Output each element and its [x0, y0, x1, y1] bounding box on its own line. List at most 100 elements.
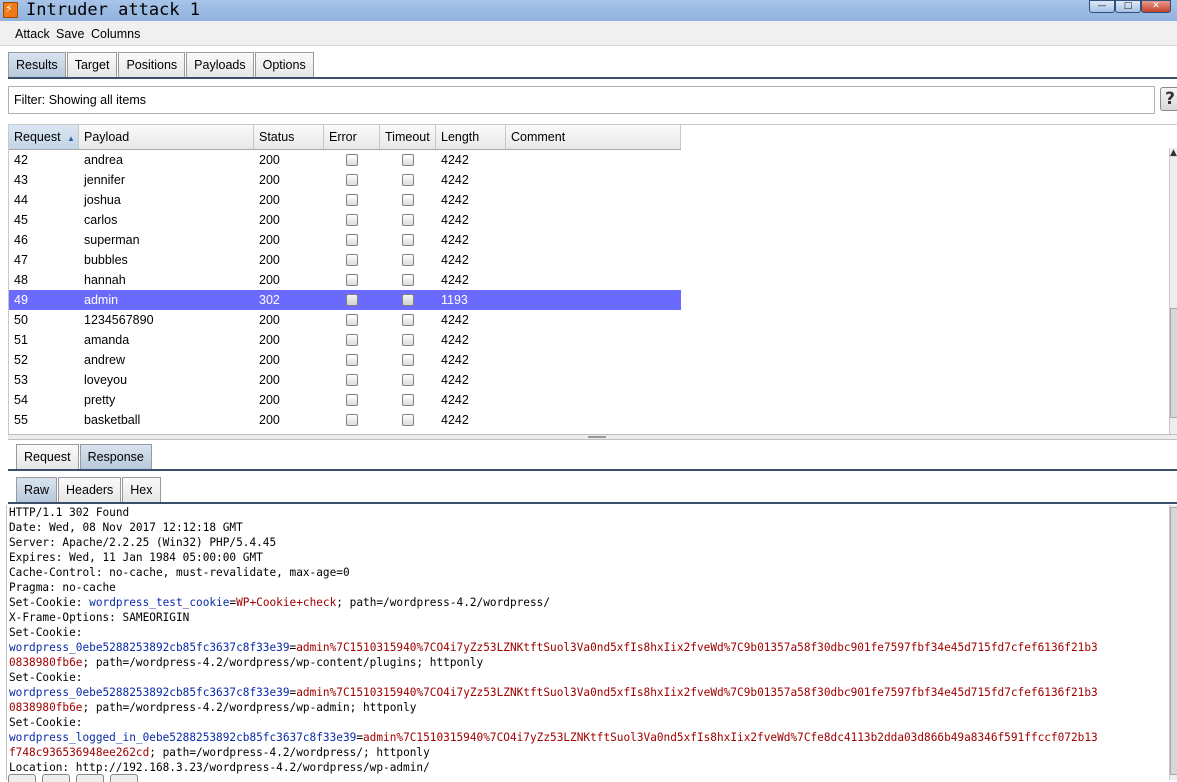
- cell-error: [324, 210, 380, 230]
- table-row[interactable]: 42 andrea 200 4242: [9, 150, 681, 170]
- cookie-value: admin%7C1510315940%7CO4i7yZz53LZNKtftSuo…: [296, 686, 1098, 699]
- table-row[interactable]: 43 jennifer 200 4242: [9, 170, 681, 190]
- column-header-timeout[interactable]: Timeout: [380, 125, 436, 149]
- tab-headers[interactable]: Headers: [58, 477, 122, 502]
- filter-bar[interactable]: Filter: Showing all items: [8, 86, 1155, 114]
- cell-comment: [506, 310, 681, 330]
- cell-request: 48: [14, 273, 28, 287]
- bottom-button[interactable]: [76, 774, 104, 782]
- menu-attack[interactable]: Attack: [15, 27, 50, 41]
- timeout-checkbox: [402, 154, 414, 166]
- response-raw-view[interactable]: HTTP/1.1 302 Found Date: Wed, 08 Nov 201…: [6, 505, 1170, 780]
- timeout-checkbox: [402, 274, 414, 286]
- cell-payload: jennifer: [84, 173, 125, 187]
- column-header-request[interactable]: Request ▲: [9, 125, 79, 149]
- message-tab-bar: Request Response: [16, 444, 153, 470]
- cookie-value: admin%7C1510315940%7CO4i7yZz53LZNKtftSuo…: [296, 641, 1098, 654]
- cell-payload: andrew: [84, 353, 125, 367]
- cell-request: 51: [14, 333, 28, 347]
- scrollbar-thumb[interactable]: [1170, 308, 1177, 418]
- timeout-checkbox: [402, 314, 414, 326]
- view-tab-underline: [8, 502, 1177, 504]
- tab-request[interactable]: Request: [16, 444, 79, 469]
- timeout-checkbox: [402, 394, 414, 406]
- tab-results[interactable]: Results: [8, 52, 66, 77]
- bottom-button[interactable]: [110, 774, 138, 782]
- burp-app-icon: [3, 2, 18, 18]
- tab-raw[interactable]: Raw: [16, 477, 58, 502]
- cell-payload: admin: [84, 293, 119, 307]
- tab-response[interactable]: Response: [79, 444, 152, 469]
- error-checkbox: [346, 414, 358, 426]
- table-row[interactable]: 49 admin 302 1193: [9, 290, 681, 310]
- cell-length: 4242: [441, 193, 469, 207]
- cell-request: 43: [14, 173, 28, 187]
- cell-request: 45: [14, 213, 28, 227]
- scroll-up-icon[interactable]: ▲: [1170, 148, 1177, 158]
- table-scrollbar[interactable]: ▲: [1169, 148, 1177, 434]
- message-tab-underline: [8, 469, 1177, 471]
- help-button[interactable]: ?: [1160, 87, 1177, 111]
- cell-comment: [506, 250, 681, 270]
- cell-request: 47: [14, 253, 28, 267]
- response-scrollbar[interactable]: [1169, 505, 1177, 780]
- tab-payloads[interactable]: Payloads: [186, 52, 254, 77]
- splitter-grip-icon[interactable]: [588, 436, 606, 438]
- table-row[interactable]: 48 hannah 200 4242: [9, 270, 681, 290]
- cell-status: 302: [259, 293, 280, 307]
- table-row[interactable]: 54 pretty 200 4242: [9, 390, 681, 410]
- cell-status: 200: [259, 313, 280, 327]
- cell-status: 200: [259, 373, 280, 387]
- table-row[interactable]: 44 joshua 200 4242: [9, 190, 681, 210]
- cell-payload: carlos: [84, 213, 118, 227]
- cell-request: 54: [14, 393, 28, 407]
- menu-columns[interactable]: Columns: [91, 27, 140, 41]
- bottom-button[interactable]: [8, 774, 36, 782]
- cell-timeout: [380, 310, 436, 330]
- column-header-comment[interactable]: Comment: [506, 125, 681, 149]
- cookie-value-cont: 0838980fb6e: [9, 701, 83, 714]
- close-icon[interactable]: ✕: [1141, 0, 1171, 13]
- column-header-status[interactable]: Status: [254, 125, 324, 149]
- tab-options[interactable]: Options: [254, 52, 314, 77]
- status-line: HTTP/1.1 302 Found: [9, 506, 130, 519]
- menu-bar: Attack Save Columns: [0, 21, 1177, 46]
- cell-status: 200: [259, 193, 280, 207]
- pane-splitter[interactable]: [8, 434, 1177, 440]
- cell-comment: [506, 350, 681, 370]
- bottom-button[interactable]: [42, 774, 70, 782]
- table-row[interactable]: 51 amanda 200 4242: [9, 330, 681, 350]
- cell-error: [324, 370, 380, 390]
- header-set-cookie: Set-Cookie:: [9, 626, 83, 639]
- cell-error: [324, 170, 380, 190]
- column-header-length[interactable]: Length: [436, 125, 506, 149]
- tab-hex[interactable]: Hex: [122, 477, 161, 502]
- table-row[interactable]: 52 andrew 200 4242: [9, 350, 681, 370]
- table-row[interactable]: 47 bubbles 200 4242: [9, 250, 681, 270]
- cell-request: 53: [14, 373, 28, 387]
- table-row[interactable]: 45 carlos 200 4242: [9, 210, 681, 230]
- cookie-value-cont: 0838980fb6e: [9, 656, 83, 669]
- column-header-error[interactable]: Error: [324, 125, 380, 149]
- table-row[interactable]: 50 1234567890 200 4242: [9, 310, 681, 330]
- maximize-icon[interactable]: □: [1115, 0, 1141, 13]
- menu-save[interactable]: Save: [56, 27, 85, 41]
- cell-error: [324, 150, 380, 170]
- table-row[interactable]: 46 superman 200 4242: [9, 230, 681, 250]
- table-row[interactable]: 55 basketball 200 4242: [9, 410, 681, 430]
- table-row[interactable]: 53 loveyou 200 4242: [9, 370, 681, 390]
- tab-positions[interactable]: Positions: [118, 52, 186, 77]
- timeout-checkbox: [402, 354, 414, 366]
- column-header-payload[interactable]: Payload: [79, 125, 254, 149]
- tab-target[interactable]: Target: [66, 52, 118, 77]
- cookie-attributes: ; path=/wordpress-4.2/wordpress/wp-admin…: [82, 701, 417, 714]
- cookie-attributes: ; path=/wordpress-4.2/wordpress/; httpon…: [149, 746, 430, 759]
- table-header: Request ▲ Payload Status Error Timeout L…: [9, 125, 681, 150]
- cookie-name: wordpress_0ebe5288253892cb85fc3637c8f33e…: [9, 641, 290, 654]
- minimize-icon[interactable]: —: [1089, 0, 1115, 13]
- cell-comment: [506, 370, 681, 390]
- scrollbar-thumb[interactable]: [1170, 507, 1177, 775]
- cell-length: 4242: [441, 353, 469, 367]
- cell-error: [324, 410, 380, 430]
- cell-status: 200: [259, 233, 280, 247]
